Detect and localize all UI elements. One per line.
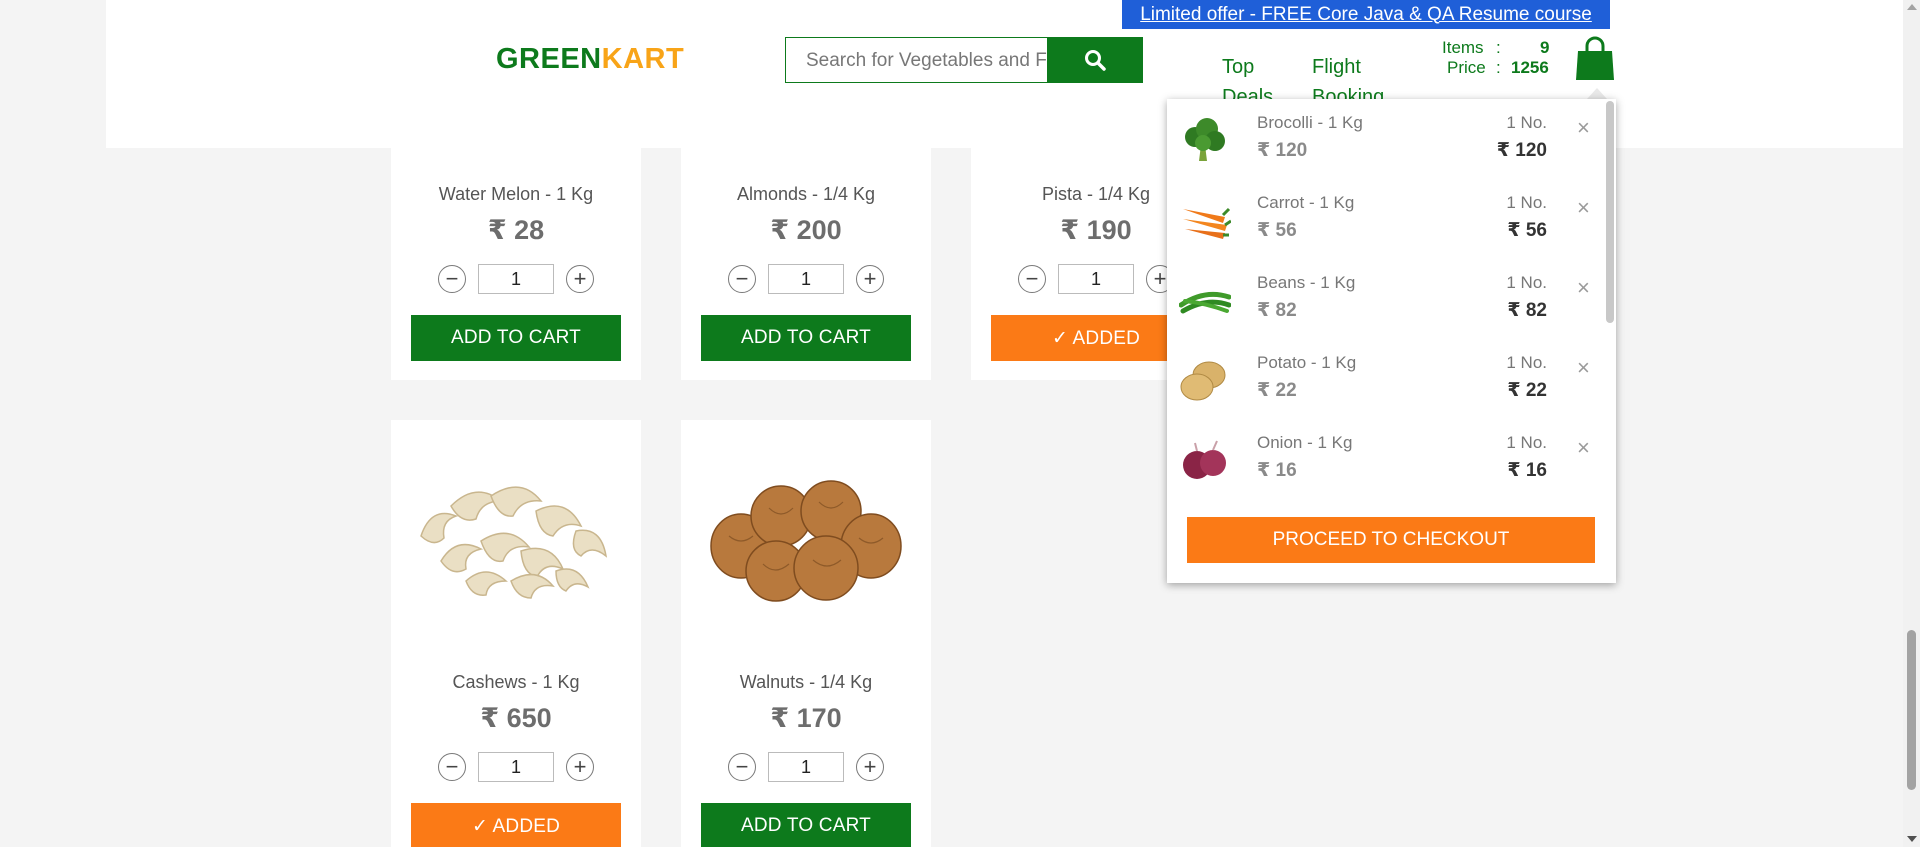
- price-total: 1256: [1511, 58, 1549, 78]
- cart-item: Brocolli - 1 Kg ₹ 120 1 No. ₹ 120 ×: [1167, 99, 1607, 179]
- remove-item-button[interactable]: ×: [1577, 195, 1590, 221]
- cashews-image: [420, 486, 608, 599]
- cart-item-name: Onion - 1 Kg: [1257, 433, 1353, 452]
- cart-item-total: ₹ 120: [1496, 140, 1547, 161]
- cart-preview-caret: [1587, 88, 1607, 99]
- cart-item: Beans - 1 Kg ₹ 82 1 No. ₹ 82 ×: [1167, 259, 1607, 339]
- increment-button[interactable]: +: [566, 265, 594, 293]
- quantity-input[interactable]: 1: [478, 264, 554, 294]
- cart-item-total: ₹ 16: [1507, 460, 1547, 481]
- cart-item-price: ₹ 82: [1257, 300, 1297, 321]
- cart-item-qty: 1 No.: [1506, 433, 1547, 452]
- carrot-icon: [1183, 207, 1231, 239]
- increment-button[interactable]: +: [856, 753, 884, 781]
- quantity-stepper: − 1 +: [391, 264, 641, 294]
- product-name: Cashews - 1 Kg: [452, 672, 580, 692]
- scroll-up-arrow[interactable]: [1907, 4, 1917, 10]
- quantity-input[interactable]: 1: [768, 752, 844, 782]
- price-separator: :: [1496, 58, 1501, 77]
- quantity-input[interactable]: 1: [768, 264, 844, 294]
- quantity-stepper: − 1 +: [681, 752, 931, 782]
- product-card: Walnuts - 1/4 Kg ₹ 170 − 1 + ADD TO CART: [681, 420, 931, 847]
- shopping-bag-icon[interactable]: [1574, 36, 1616, 82]
- cart-item-price: ₹ 16: [1257, 460, 1297, 481]
- product-price: ₹ 28: [487, 215, 545, 245]
- increment-button[interactable]: +: [566, 753, 594, 781]
- remove-item-button[interactable]: ×: [1577, 435, 1590, 461]
- cart-item-name: Carrot - 1 Kg: [1257, 193, 1355, 212]
- decrement-button[interactable]: −: [728, 753, 756, 781]
- beans-icon: [1179, 291, 1231, 314]
- broccoli-icon: [1185, 118, 1225, 161]
- quantity-stepper: − 1 +: [681, 264, 931, 294]
- quantity-input[interactable]: 1: [1058, 264, 1134, 294]
- cart-item-total: ₹ 22: [1507, 380, 1547, 401]
- offer-banner-link[interactable]: Limited offer - FREE Core Java & QA Resu…: [1122, 0, 1610, 29]
- logo-orange-text: KART: [601, 43, 685, 75]
- cart-item-price: ₹ 22: [1257, 380, 1297, 401]
- cart-preview: Brocolli - 1 Kg ₹ 120 1 No. ₹ 120 × Carr…: [1167, 99, 1616, 583]
- remove-item-button[interactable]: ×: [1577, 115, 1590, 141]
- scroll-down-arrow[interactable]: [1907, 836, 1917, 842]
- remove-item-button[interactable]: ×: [1577, 275, 1590, 301]
- cart-item-qty: 1 No.: [1506, 273, 1547, 292]
- items-label: Items: [1442, 38, 1484, 57]
- product-name: Almonds - 1/4 Kg: [736, 184, 876, 204]
- page-scrollbar-thumb[interactable]: [1907, 630, 1916, 790]
- quantity-input[interactable]: 1: [478, 752, 554, 782]
- cart-item-name: Potato - 1 Kg: [1257, 353, 1357, 372]
- price-total-value: 1256: [1511, 58, 1549, 77]
- search-icon: [1085, 50, 1106, 71]
- product-price: ₹ 650: [480, 703, 552, 733]
- remove-item-button[interactable]: ×: [1577, 355, 1590, 381]
- cart-item-name: Beans - 1 Kg: [1257, 273, 1356, 292]
- nav-flight-booking-line1: Flight: [1312, 56, 1361, 78]
- items-separator: :: [1496, 38, 1501, 57]
- added-button[interactable]: ✓ ADDED: [411, 803, 621, 847]
- add-to-cart-button[interactable]: ADD TO CART: [701, 315, 911, 361]
- price-label: Price: [1447, 58, 1486, 77]
- cart-item: Onion - 1 Kg ₹ 16 1 No. ₹ 16 ×: [1167, 419, 1607, 499]
- decrement-button[interactable]: −: [438, 753, 466, 781]
- cart-item: Carrot - 1 Kg ₹ 56 1 No. ₹ 56 ×: [1167, 179, 1607, 259]
- proceed-to-checkout-button[interactable]: PROCEED TO CHECKOUT: [1187, 517, 1595, 563]
- add-to-cart-button[interactable]: ADD TO CART: [701, 803, 911, 847]
- greenkart-logo[interactable]: GREENKART: [496, 43, 684, 76]
- nav-top-deals-line1: Top: [1222, 56, 1255, 78]
- add-to-cart-button[interactable]: ADD TO CART: [411, 315, 621, 361]
- logo-green-text: GREEN: [496, 43, 602, 75]
- decrement-button[interactable]: −: [438, 265, 466, 293]
- cart-item-total: ₹ 56: [1507, 220, 1547, 241]
- cart-preview-scrollbar[interactable]: [1606, 101, 1614, 323]
- product-price: ₹ 200: [770, 215, 842, 245]
- product-name: Water Melon - 1 Kg: [438, 184, 594, 204]
- cart-item-qty: 1 No.: [1506, 193, 1547, 212]
- increment-button[interactable]: +: [856, 265, 884, 293]
- cart-item-qty: 1 No.: [1506, 113, 1547, 132]
- walnuts-image: [710, 480, 902, 602]
- cart-item-qty: 1 No.: [1506, 353, 1547, 372]
- search-button[interactable]: [1047, 37, 1143, 83]
- items-count: 9: [1540, 38, 1549, 58]
- product-card: Cashews - 1 Kg ₹ 650 − 1 + ✓ ADDED: [391, 420, 641, 847]
- product-name: Walnuts - 1/4 Kg: [739, 672, 873, 692]
- cart-item-price: ₹ 56: [1257, 220, 1297, 241]
- decrement-button[interactable]: −: [728, 265, 756, 293]
- cart-item-name: Brocolli - 1 Kg: [1257, 113, 1363, 132]
- search-input[interactable]: Search for Vegetables and Fruits: [785, 37, 1048, 83]
- cart-item-price: ₹ 120: [1257, 140, 1308, 161]
- quantity-stepper: − 1 +: [391, 752, 641, 782]
- decrement-button[interactable]: −: [1018, 265, 1046, 293]
- potato-icon: [1180, 361, 1226, 401]
- cart-item-total: ₹ 82: [1507, 300, 1547, 321]
- items-count-value: 9: [1540, 38, 1550, 57]
- page-scrollbar[interactable]: [1903, 0, 1920, 847]
- product-price: ₹ 170: [770, 703, 842, 733]
- cart-item: Potato - 1 Kg ₹ 22 1 No. ₹ 22 ×: [1167, 339, 1607, 419]
- onion-icon: [1183, 440, 1226, 479]
